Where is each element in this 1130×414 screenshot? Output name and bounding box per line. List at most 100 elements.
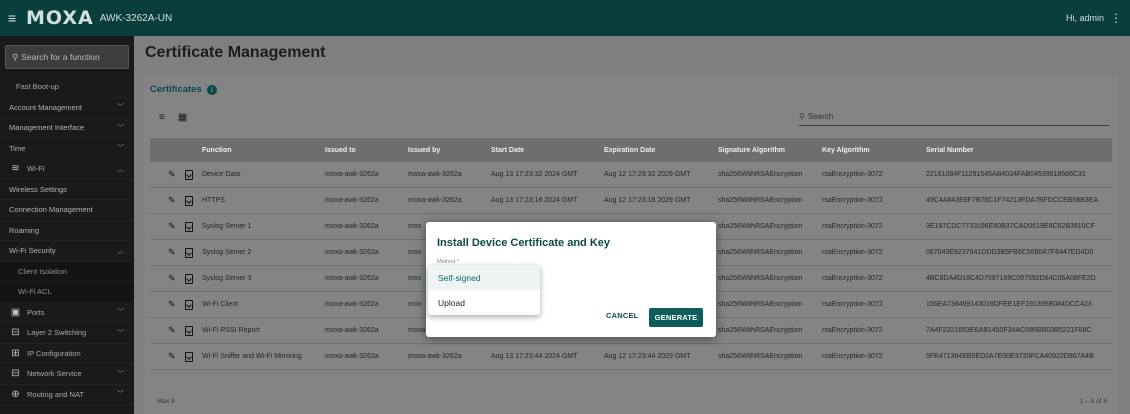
edit-icon[interactable]: ✎ (168, 169, 176, 180)
chevron-down-icon[interactable]: ﹀ (117, 102, 124, 112)
chevron-up-icon[interactable]: ︿ (117, 246, 124, 256)
column-header[interactable]: Signature Algorithm (718, 147, 822, 154)
download-icon[interactable] (184, 299, 193, 310)
edit-icon[interactable]: ✎ (168, 299, 176, 310)
generate-button[interactable]: GENERATE (649, 308, 703, 327)
sidebar-item[interactable]: Wi-Fi Security ︿ (0, 241, 134, 262)
table-cell-key: rsaEncryption-3072 (822, 197, 883, 204)
info-icon[interactable]: i (206, 84, 217, 95)
download-icon[interactable] (184, 325, 193, 336)
download-icon[interactable] (184, 247, 193, 258)
row-actions: ✎ (150, 169, 202, 180)
routing-icon: ⊕ (11, 388, 20, 400)
edit-icon[interactable]: ✎ (168, 221, 176, 232)
chevron-down-icon[interactable]: ﹀ (117, 143, 124, 153)
table-cell-sig: sha256WithRSAEncryption (718, 301, 803, 308)
method-option-self-signed[interactable]: Self-signed (428, 265, 540, 290)
table-cell-issued-to: moxa-awk-3262a (325, 223, 379, 230)
chevron-down-icon[interactable]: ﹀ (117, 389, 124, 399)
download-icon[interactable] (184, 273, 193, 284)
sidebar-item[interactable]: Connection Management (0, 200, 134, 221)
row-actions: ✎ (150, 351, 202, 362)
table-cell-issued-by: moxa-awk-3262a (408, 171, 462, 178)
sidebar-item[interactable]: Wireless Settings (0, 180, 134, 200)
column-header[interactable]: Key Algorithm (822, 147, 926, 154)
sidebar-item-label: Ports (27, 307, 45, 317)
column-header[interactable]: Function (202, 147, 325, 154)
dialog-title: Install Device Certificate and Key (437, 237, 611, 249)
edit-icon[interactable]: ✎ (168, 325, 176, 336)
sidebar-item[interactable]: ⊕ Routing and NAT ﹀ (0, 385, 134, 405)
sidebar-item-label: Client Isolation (18, 266, 68, 276)
row-actions: ✎ (150, 195, 202, 206)
table-cell-issued-to: moxa-awk-3262a (325, 353, 379, 360)
cancel-button[interactable]: CANCEL (606, 311, 638, 320)
function-search-input[interactable]: ⚲ Search for a function (5, 45, 129, 69)
sidebar-item-label: Management Interface (9, 123, 85, 133)
chevron-down-icon[interactable]: ﹀ (117, 123, 124, 133)
download-icon[interactable] (184, 221, 193, 232)
sidebar-item[interactable]: ⊟ Layer 2 Switching ﹀ (0, 323, 134, 344)
chevron-down-icon[interactable]: ﹀ (117, 369, 124, 379)
table-cell-function: Syslog Server 3 (202, 275, 252, 282)
table-cell-expiration: Aug 12 17:23:18 2029 GMT (604, 197, 691, 204)
table-cell-expiration: Aug 12 17:23:44 2029 GMT (604, 353, 691, 360)
sidebar-item[interactable]: Client Isolation (0, 261, 134, 282)
sidebar-item-label: Account Management (9, 102, 82, 112)
row-actions: ✎ (150, 299, 202, 310)
user-menu[interactable]: Hi, admin ⋮ (1066, 11, 1122, 25)
sidebar-item[interactable]: ≋ Wi-Fi ︿ (0, 159, 134, 180)
download-icon[interactable] (184, 351, 193, 362)
sidebar-item[interactable]: ▣ Ports ﹀ (0, 303, 134, 323)
column-header[interactable]: Issued by (408, 147, 491, 154)
sidebar-item[interactable]: Management Interface ﹀ (0, 118, 134, 139)
download-icon[interactable] (184, 169, 193, 180)
edit-icon[interactable]: ✎ (168, 247, 176, 258)
chevron-down-icon[interactable]: ﹀ (117, 307, 124, 317)
sidebar-item[interactable]: Roaming (0, 221, 134, 241)
table-cell-function: Syslog Server 2 (202, 249, 252, 256)
section-title: Certificates (150, 84, 202, 95)
table-cell-issued-to: moxa-awk-3262a (325, 301, 379, 308)
edit-icon[interactable]: ✎ (168, 195, 176, 206)
column-settings-icon[interactable]: ▦ (178, 112, 187, 123)
column-header[interactable]: Start Date (491, 147, 604, 154)
column-header[interactable]: Serial Number (926, 147, 1112, 154)
sidebar-item[interactable]: Account Management ﹀ (0, 98, 134, 118)
sidebar-item-label: Routing and NAT (27, 389, 84, 399)
table-cell-sig: sha256WithRSAEncryption (718, 171, 803, 178)
table-cell-serial: 5FE471364EB5ED2A7E00E3720FCA40922D867A4B (926, 353, 1094, 360)
menu-icon[interactable]: ≡ (8, 11, 22, 25)
brand-logo: MOXA (26, 7, 94, 29)
sidebar-item[interactable]: Time ﹀ (0, 139, 134, 159)
sidebar-item[interactable]: ⊞ IP Configuration (0, 344, 134, 364)
more-vert-icon[interactable]: ⋮ (1110, 11, 1122, 25)
chevron-up-icon[interactable]: ︿ (117, 164, 124, 174)
sidebar-item-label: Layer 2 Switching (27, 328, 87, 338)
table-search-input[interactable]: ⚲ Search (799, 108, 1109, 126)
sidebar-item-label: Time (9, 143, 26, 153)
sidebar-item[interactable]: ⊟ Network Service ﹀ (0, 364, 134, 385)
table-cell-sig: sha256WithRSAEncryption (718, 275, 803, 282)
column-header[interactable]: Issued to (325, 147, 408, 154)
edit-icon[interactable]: ✎ (168, 273, 176, 284)
table-cell-function: Wi-Fi RSSI Report (202, 327, 260, 334)
table-cell-key: rsaEncryption-3072 (822, 171, 883, 178)
method-option-upload[interactable]: Upload (428, 290, 540, 315)
column-header[interactable]: Expiration Date (604, 147, 718, 154)
table-header: Function Issued to Issued by Start Date … (150, 138, 1112, 162)
table-cell-serial: 4BC8DA4D18C4D7597169C097592D84C06A08FE2D (926, 275, 1096, 282)
page-title: Certificate Management (145, 44, 326, 61)
chevron-down-icon[interactable]: ﹀ (117, 328, 124, 338)
sidebar-item[interactable]: Wi-Fi ACL (0, 282, 134, 303)
edit-icon[interactable]: ✎ (168, 351, 176, 362)
table-cell-serial: 156EA738499143016DFEE1EF191395B084DCC423 (926, 301, 1092, 308)
download-icon[interactable] (184, 195, 193, 206)
table-cell-serial: 3E187CDC7733196E60B37CAD0619E6C62B3910CF (926, 223, 1095, 230)
sidebar-item-label: Wi-Fi (27, 164, 45, 174)
table-cell-issued-by: moxa-awk-3262a (408, 197, 462, 204)
table-cell-sig: sha256WithRSAEncryption (718, 353, 803, 360)
sidebar-item[interactable]: Fast Boot-up (0, 77, 134, 98)
filter-list-icon[interactable]: ≡ (159, 112, 165, 123)
table-cell-start: Aug 13 17:23:18 2024 GMT (491, 197, 578, 204)
